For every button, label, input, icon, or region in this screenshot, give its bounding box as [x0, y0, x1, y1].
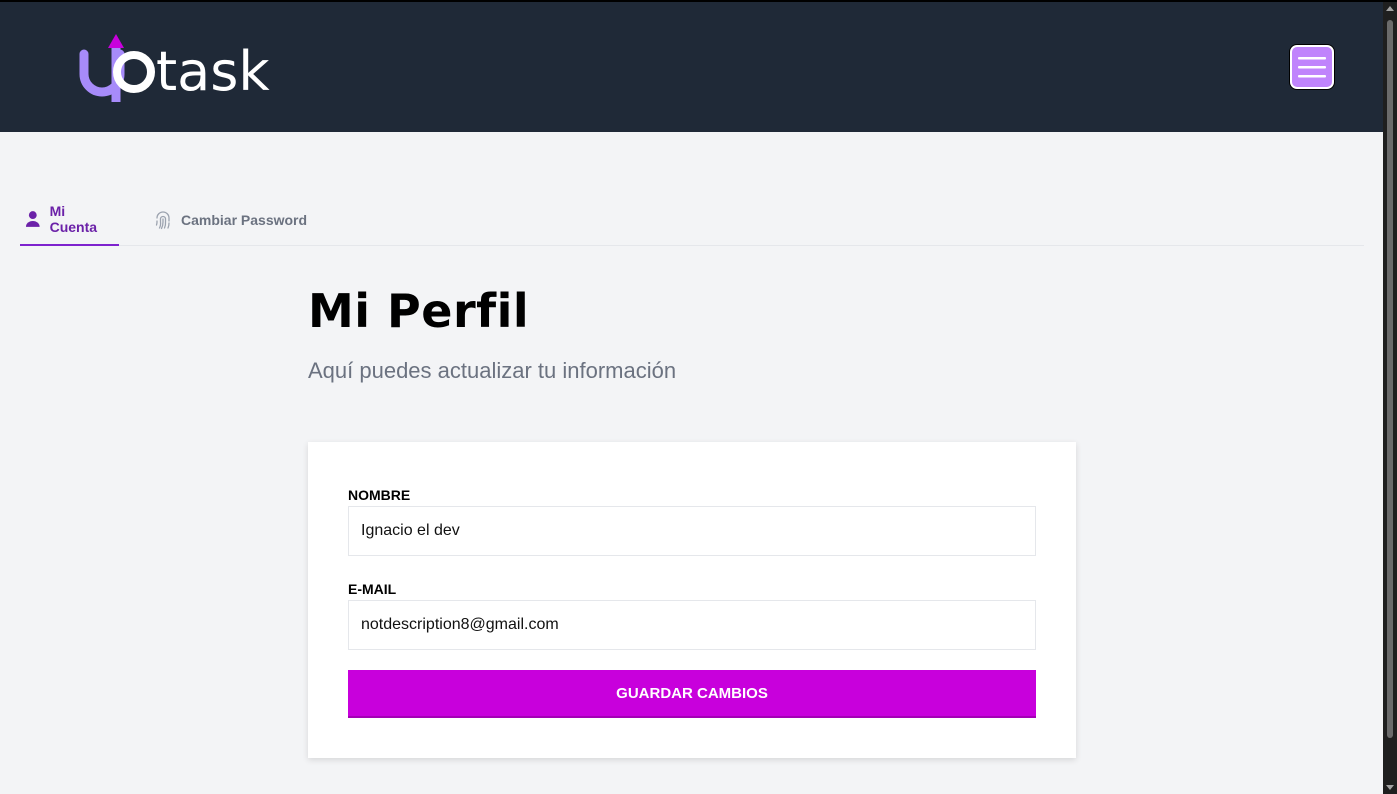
hamburger-menu-button[interactable] [1290, 45, 1334, 89]
scroll-up-arrow[interactable] [1386, 6, 1394, 11]
tab-label: Mi Cuenta [49, 203, 98, 235]
tab-cambiar-password[interactable]: Cambiar Password [149, 194, 311, 246]
tab-mi-cuenta[interactable]: Mi Cuenta [20, 194, 119, 246]
scroll-down-arrow[interactable] [1386, 785, 1394, 790]
top-header: task [0, 2, 1383, 132]
email-label: E-mail [348, 581, 397, 597]
user-icon [25, 211, 40, 227]
tab-label: Cambiar Password [181, 212, 308, 228]
profile-form: Nombre E-mail Guardar Cambios [308, 442, 1076, 758]
page-title: Mi Perfil [308, 284, 530, 338]
fingerprint-icon [155, 211, 170, 230]
scroll-thumb[interactable] [1387, 20, 1393, 738]
logo-wordmark: task [156, 40, 270, 103]
uptask-logo[interactable]: task [78, 32, 288, 108]
vertical-scrollbar[interactable] [1383, 2, 1397, 794]
email-input[interactable] [348, 600, 1036, 650]
hamburger-menu-icon [1298, 57, 1326, 78]
profile-tabs: Mi Cuenta Cambiar Password [20, 194, 1364, 246]
name-label: Nombre [348, 487, 411, 503]
name-input[interactable] [348, 506, 1036, 556]
save-changes-button[interactable]: Guardar Cambios [348, 670, 1036, 718]
page-subtitle: Aquí puedes actualizar tu información [308, 358, 677, 383]
